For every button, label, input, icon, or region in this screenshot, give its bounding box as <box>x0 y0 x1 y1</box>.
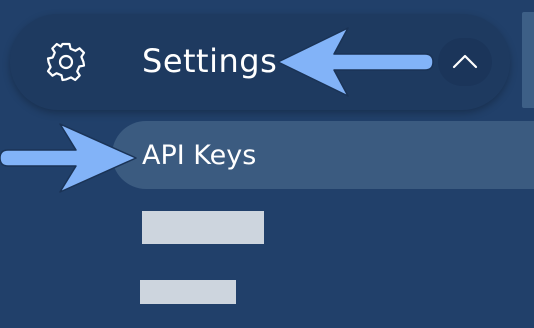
gear-icon <box>44 40 88 84</box>
sidebar-item-placeholder <box>142 211 264 244</box>
settings-label: Settings <box>142 42 278 80</box>
scrollbar-thumb[interactable] <box>522 12 534 108</box>
arrow-right-icon <box>0 123 137 193</box>
sidebar-item-label: API Keys <box>142 140 257 171</box>
collapse-settings-button[interactable] <box>438 38 492 86</box>
sidebar-item-placeholder <box>140 280 236 304</box>
chevron-up-icon <box>452 54 478 69</box>
arrow-left-icon <box>277 27 434 97</box>
